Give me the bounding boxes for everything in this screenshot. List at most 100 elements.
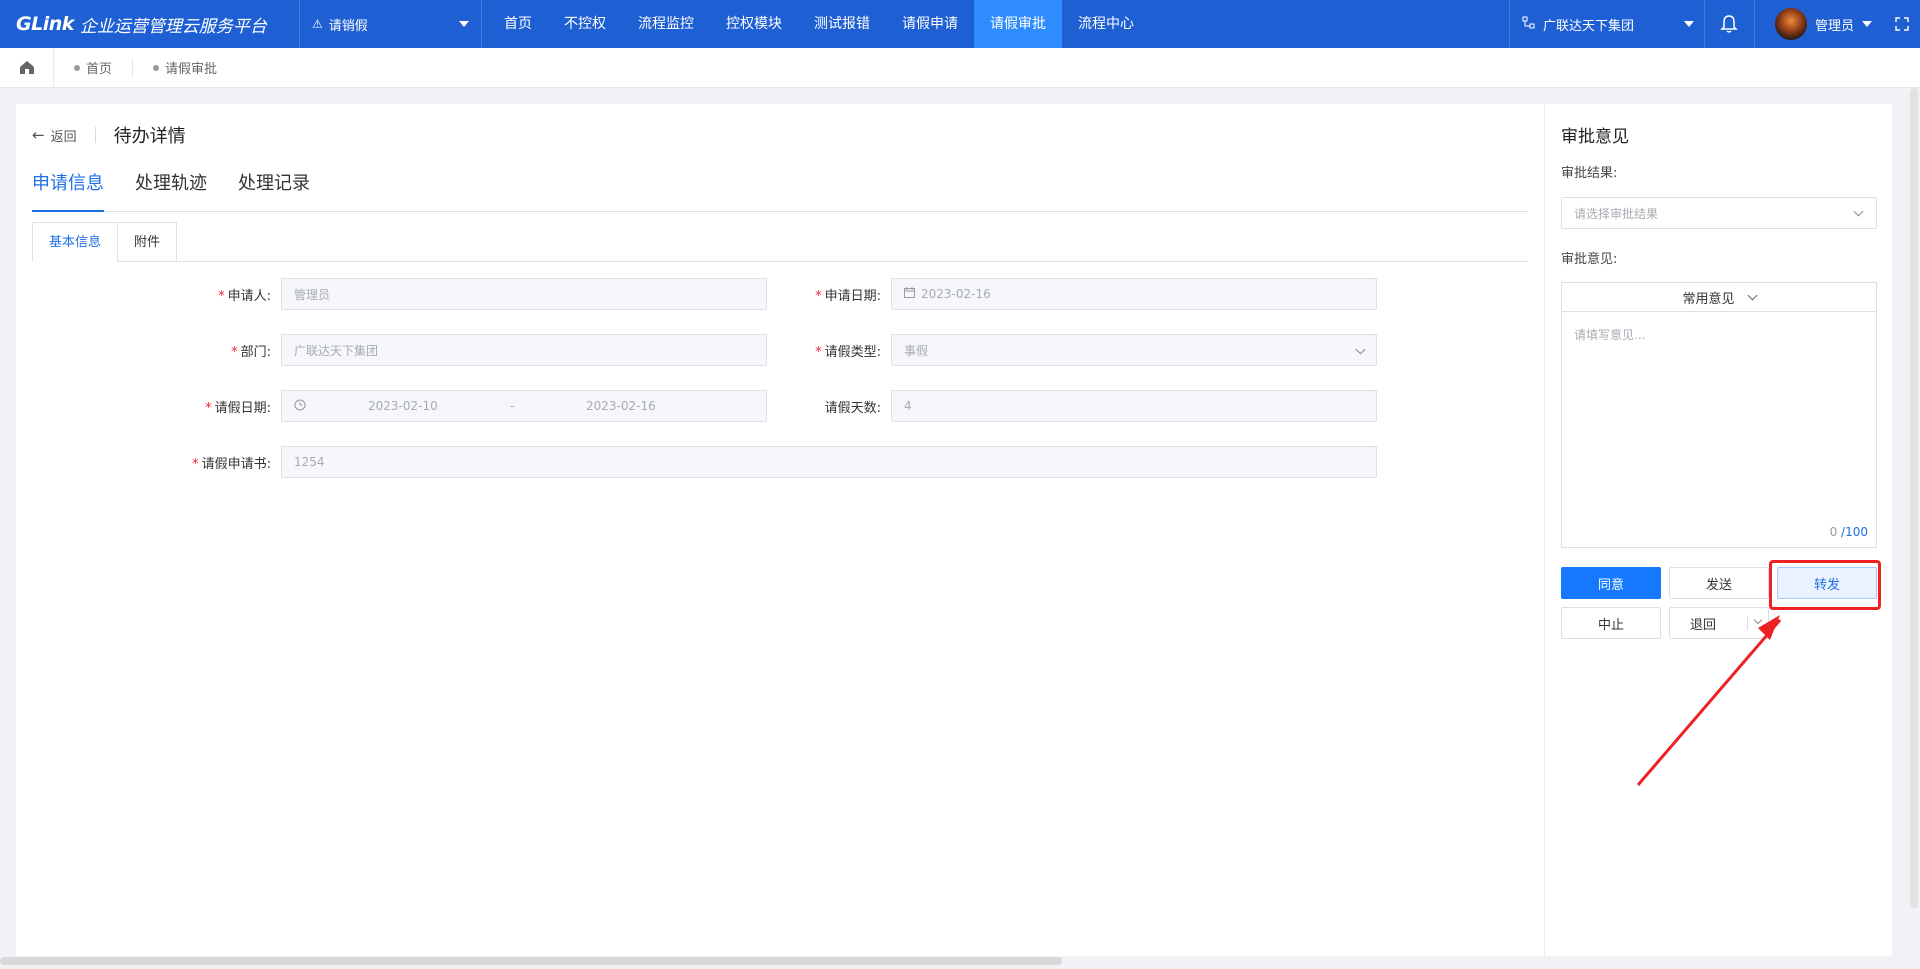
leave-type-select[interactable]: 事假 [891, 334, 1377, 366]
form-row-applicant: * 申请人: 管理员 [131, 278, 767, 310]
agree-button[interactable]: 同意 [1561, 567, 1661, 599]
caret-down-icon [1683, 21, 1694, 27]
breadcrumb: 首页 请假审批 [0, 47, 1920, 88]
form-row-leave-type: * 请假类型: 事假 [741, 334, 1377, 366]
leave-date-range[interactable]: 2023-02-10 - 2023-02-16 [281, 390, 767, 422]
home-icon[interactable] [0, 47, 54, 88]
brand[interactable]: GLink 企业运营管理云服务平台 [0, 0, 300, 48]
result-placeholder: 请选择审批结果 [1574, 206, 1659, 221]
calendar-icon [904, 287, 915, 301]
date-range-separator: - [510, 399, 515, 413]
org-name: 广联达天下集团 [1542, 18, 1634, 34]
leave-letter-label: * 请假申请书: [192, 456, 271, 472]
leave-days-label: 请假天数: [824, 400, 881, 416]
leave-days-value: 4 [904, 399, 912, 413]
nav-leave-apply[interactable]: 请假申请 [886, 0, 974, 48]
app-selector-label: 请销假 [328, 18, 368, 34]
breadcrumb-label: 首页 [86, 62, 113, 77]
leave-letter-field[interactable]: 1254 [281, 446, 1377, 478]
leave-days-field[interactable]: 4 [891, 390, 1377, 422]
form-row-apply-date: * 申请日期: 2023-02-16 [741, 278, 1377, 310]
avatar [1774, 8, 1807, 40]
breadcrumb-item-home[interactable]: 首页 [54, 57, 134, 78]
send-button[interactable]: 发送 [1669, 567, 1769, 599]
subtab-basic-info[interactable]: 基本信息 [32, 222, 119, 262]
opinion-label: 审批意见: [1561, 252, 1618, 267]
department-label: * 部门: [231, 344, 271, 360]
leave-type-label: * 请假类型: [815, 344, 881, 360]
nav-permission-module[interactable]: 控权模块 [710, 0, 798, 48]
apply-date-label: * 申请日期: [815, 288, 881, 304]
chevron-down-icon [1355, 344, 1366, 355]
dot-icon [74, 64, 80, 71]
tabs: 申请信息 处理轨迹 处理记录 [32, 166, 1528, 212]
result-label: 审批结果: [1561, 166, 1618, 181]
fullscreen-icon[interactable] [1884, 0, 1920, 48]
nav-no-permission[interactable]: 不控权 [548, 0, 622, 48]
org-selector[interactable]: 广联达天下集团 [1508, 0, 1704, 48]
applicant-label: * 申请人: [218, 288, 271, 304]
form-row-leave-letter: * 请假申请书: 1254 [131, 446, 1377, 478]
user-name: 管理员 [1814, 18, 1854, 34]
apply-date-value: 2023-02-16 [921, 287, 991, 301]
highlight-box [1769, 560, 1881, 610]
approval-panel: 审批意见 审批结果: 请选择审批结果 审批意见: 常用意见 请填写意见... 0… [1544, 104, 1892, 956]
tab-application-info[interactable]: 申请信息 [32, 166, 104, 212]
department-value: 广联达天下集团 [294, 343, 379, 358]
opinion-textarea[interactable]: 请填写意见... 0 /100 [1561, 312, 1877, 548]
top-navbar: GLink 企业运营管理云服务平台 ⚠ 请销假 首页 不控权 流程监控 控权模块… [0, 0, 1920, 48]
clock-icon [294, 399, 306, 414]
divider [94, 127, 96, 143]
leave-start-date: 2023-02-10 [368, 399, 438, 413]
chevron-down-icon [1853, 206, 1864, 217]
chevron-down-icon [1747, 290, 1757, 300]
common-opinion-label: 常用意见 [1682, 291, 1735, 307]
form-row-leave-days: 请假天数: 4 [741, 390, 1377, 422]
main-nav: 首页 不控权 流程监控 控权模块 测试报错 请假申请 请假审批 流程中心 [488, 0, 1150, 48]
app-icon: ⚠ [312, 17, 323, 31]
annotation-arrow [1636, 615, 1782, 786]
char-counter: 0 /100 [1829, 525, 1868, 539]
common-opinion-dropdown[interactable]: 常用意见 [1561, 282, 1877, 312]
nav-process-monitor[interactable]: 流程监控 [622, 0, 710, 48]
logo: GLink [16, 13, 74, 35]
arrow-left-icon: ← [32, 126, 45, 144]
back-label: 返回 [50, 129, 77, 145]
detail-panel: ← 返回 待办详情 申请信息 处理轨迹 处理记录 基本信息 附件 * 申请人: 管… [16, 104, 1544, 956]
nav-home[interactable]: 首页 [488, 0, 548, 48]
apply-date-field[interactable]: 2023-02-16 [891, 278, 1377, 310]
caret-down-icon [1862, 21, 1872, 27]
app-selector[interactable]: ⚠ 请销假 [300, 0, 482, 48]
caret-down-icon [459, 21, 469, 27]
nav-process-center[interactable]: 流程中心 [1062, 0, 1150, 48]
nav-test-error[interactable]: 测试报错 [798, 0, 886, 48]
result-select[interactable]: 请选择审批结果 [1561, 197, 1877, 229]
tab-process-trace[interactable]: 处理轨迹 [135, 166, 207, 212]
subtab-attachments[interactable]: 附件 [117, 222, 178, 262]
horizontal-scrollbar[interactable] [0, 957, 1062, 965]
breadcrumb-item-leave-approval[interactable]: 请假审批 [133, 58, 237, 78]
subtabs: 基本信息 附件 [32, 222, 1528, 262]
form-row-department: * 部门: 广联达天下集团 [131, 334, 767, 366]
leave-end-date: 2023-02-16 [586, 399, 656, 413]
department-field[interactable]: 广联达天下集团 [281, 334, 767, 366]
applicant-value: 管理员 [294, 287, 331, 302]
vertical-scrollbar[interactable] [1910, 88, 1918, 908]
leave-type-value: 事假 [904, 343, 929, 358]
dot-icon [153, 64, 160, 71]
tab-process-record[interactable]: 处理记录 [238, 166, 310, 212]
brand-name: 企业运营管理云服务平台 [79, 16, 267, 37]
back-button[interactable]: ← 返回 [32, 126, 77, 145]
nav-leave-approval[interactable]: 请假审批 [974, 0, 1062, 48]
user-menu[interactable]: 管理员 [1753, 0, 1884, 48]
leave-letter-value: 1254 [294, 455, 325, 469]
breadcrumb-label: 请假审批 [165, 62, 218, 77]
bell-icon[interactable] [1703, 0, 1754, 48]
approval-title: 审批意见 [1561, 127, 1629, 147]
form-row-leave-dates: * 请假日期: 2023-02-10 - 2023-02-16 [131, 390, 767, 422]
leave-dates-label: * 请假日期: [205, 400, 271, 416]
org-tree-icon [1522, 16, 1535, 32]
opinion-placeholder: 请填写意见... [1574, 328, 1646, 342]
page-title: 待办详情 [113, 126, 186, 147]
applicant-field[interactable]: 管理员 [281, 278, 767, 310]
